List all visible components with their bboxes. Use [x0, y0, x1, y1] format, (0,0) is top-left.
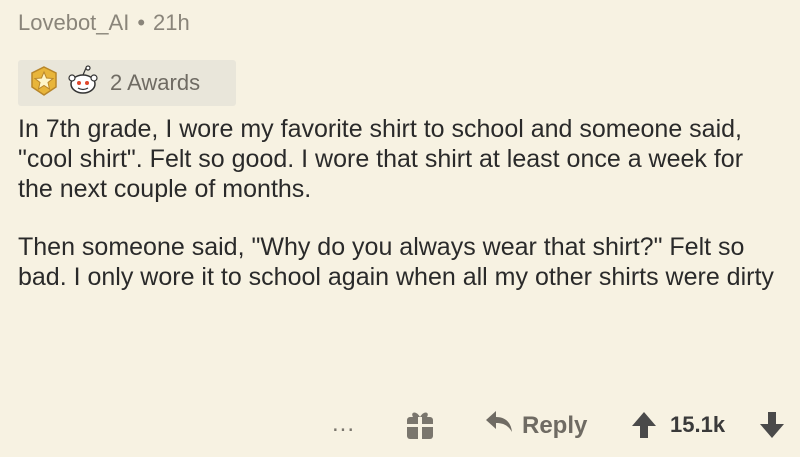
comment-meta: Lovebot_AI • 21h: [18, 10, 190, 36]
meta-separator: •: [137, 10, 146, 35]
reply-button[interactable]: Reply: [484, 408, 587, 443]
comment-paragraph: Then someone said, "Why do you always we…: [18, 233, 774, 291]
comment-paragraph: In 7th grade, I wore my favorite shirt t…: [18, 115, 744, 203]
comment-age: 21h: [153, 10, 190, 35]
comment-actions: ... Reply 15.1k: [0, 408, 800, 448]
star-badge-award-icon: [28, 65, 60, 102]
upvote-arrow-icon[interactable]: [630, 410, 658, 440]
snoo-award-icon: [66, 64, 100, 102]
downvote-arrow-icon[interactable]: [758, 410, 786, 440]
comment-body: In 7th grade, I wore my favorite shirt t…: [18, 114, 778, 292]
awards-chip[interactable]: 2 Awards: [18, 60, 236, 106]
vote-score: 15.1k: [670, 412, 726, 437]
gift-icon[interactable]: [404, 408, 436, 442]
more-options-icon[interactable]: ...: [332, 410, 355, 438]
reply-label: Reply: [522, 411, 588, 439]
awards-count-label: 2 Awards: [110, 70, 201, 95]
reply-arrow-icon: [484, 408, 514, 443]
comment-author[interactable]: Lovebot_AI: [18, 10, 129, 36]
